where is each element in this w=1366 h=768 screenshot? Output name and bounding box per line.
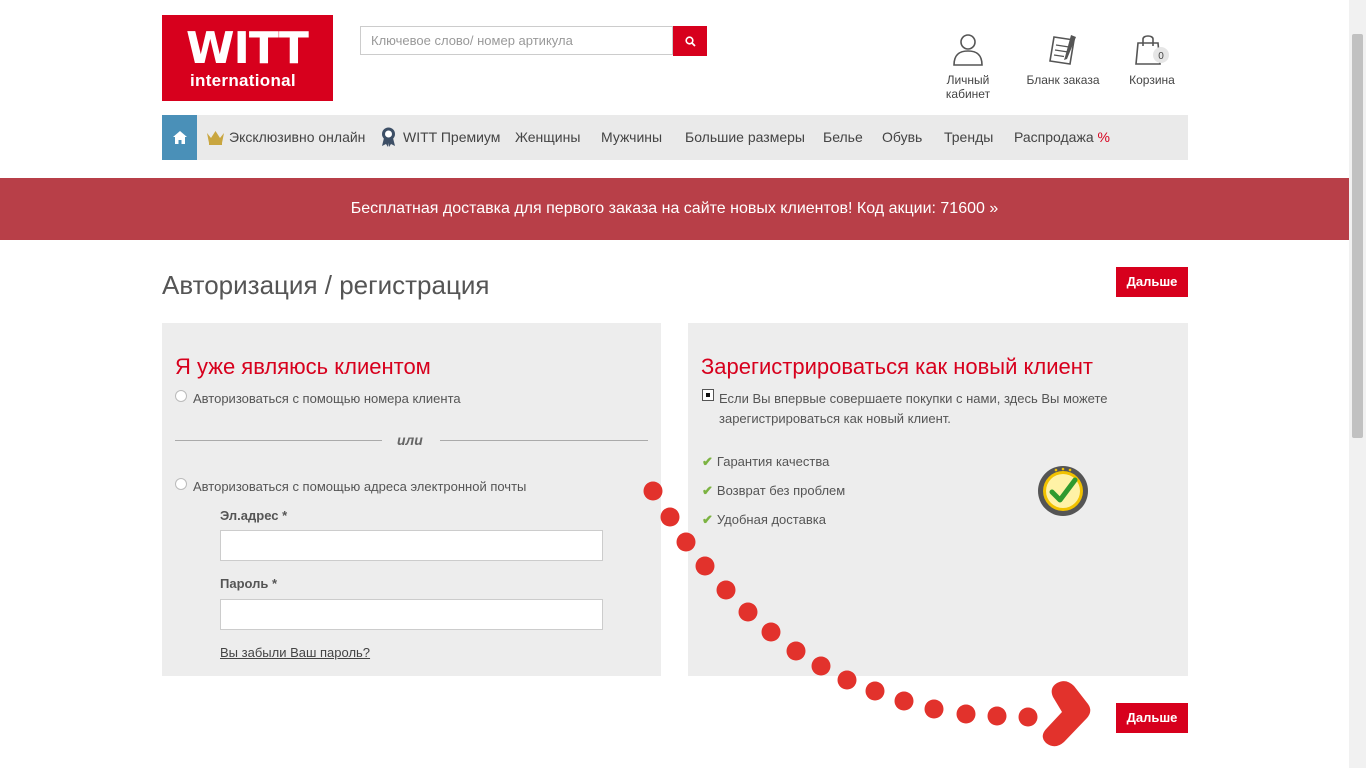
nav-item-plus-sizes[interactable]: Большие размеры	[685, 115, 805, 160]
nav-item-label: Распродажа	[1014, 129, 1094, 145]
logo-text-big: WITT	[186, 23, 309, 74]
radio-login-by-number[interactable]	[175, 390, 187, 402]
page-title: Авторизация / регистрация	[162, 270, 490, 300]
award-icon	[382, 127, 395, 147]
shopping-bag-icon: 0	[1135, 35, 1169, 65]
email-field[interactable]	[220, 530, 603, 561]
password-field[interactable]	[220, 599, 603, 630]
sale-percent: %	[1097, 129, 1110, 145]
search-input[interactable]: Ключевое слово/ номер артикула	[360, 26, 673, 55]
checkmark-icon: ✔	[702, 512, 713, 527]
nav-item-label: Эксклюзивно онлайн	[229, 129, 366, 145]
divider-left	[175, 440, 382, 441]
user-icon	[953, 34, 983, 66]
nav-item-trends[interactable]: Тренды	[944, 115, 993, 160]
quality-seal-icon	[1038, 466, 1088, 516]
search-icon	[684, 35, 696, 47]
cart-link[interactable]: 0 Корзина	[1107, 33, 1197, 87]
account-label: Личный кабинет	[945, 73, 991, 101]
order-form-icon	[1049, 35, 1076, 65]
home-button[interactable]	[162, 115, 197, 160]
new-client-panel: Зарегистрироваться как новый клиент Если…	[688, 323, 1188, 676]
promo-banner[interactable]: Бесплатная доставка для первого заказа н…	[0, 178, 1349, 240]
email-label: Эл.адрес *	[220, 508, 288, 523]
register-checkbox[interactable]	[702, 389, 714, 401]
checkmark-icon: ✔	[702, 454, 713, 469]
login-by-email-label[interactable]: Авторизоваться с помощью адреса электрон…	[193, 479, 526, 494]
or-separator: или	[397, 432, 423, 448]
witt-logo[interactable]: WITT international	[162, 15, 333, 101]
nav-item-women[interactable]: Женщины	[515, 115, 580, 160]
nav-item-label: WITT Премиум	[403, 129, 501, 145]
password-label: Пароль *	[220, 576, 278, 591]
benefit-label: Гарантия качества	[716, 454, 830, 469]
order-form-label: Бланк заказа	[1026, 73, 1100, 87]
new-client-description-line2: зарегистрироваться как новый клиент.	[719, 411, 951, 426]
crown-icon	[207, 131, 224, 145]
main-nav: Эксклюзивно онлайн WITT Премиум Женщины …	[162, 115, 1188, 160]
cart-label: Корзина	[1129, 73, 1175, 87]
existing-client-panel: Я уже являюсь клиентом Авторизоваться с …	[162, 323, 661, 676]
existing-client-heading: Я уже являюсь клиентом	[175, 354, 431, 379]
logo-text-small: international	[190, 71, 296, 90]
new-client-heading: Зарегистрироваться как новый клиент	[701, 354, 1093, 379]
radio-login-by-email[interactable]	[175, 478, 187, 490]
benefit-item: ✔ Возврат без проблем	[702, 483, 845, 499]
scrollbar-thumb[interactable]	[1352, 34, 1363, 438]
checkmark-icon: ✔	[702, 483, 713, 498]
login-by-number-label[interactable]: Авторизоваться с помощью номера клиента	[193, 391, 461, 406]
benefit-item: ✔ Гарантия качества	[702, 454, 829, 470]
nav-item-men[interactable]: Мужчины	[601, 115, 662, 160]
next-button-bottom[interactable]: Дальше	[1116, 703, 1188, 733]
forgot-password-link[interactable]: Вы забыли Ваш пароль?	[220, 645, 370, 660]
benefit-label: Возврат без проблем	[716, 483, 846, 498]
search-button[interactable]	[673, 26, 707, 56]
order-form-link[interactable]: Бланк заказа	[1018, 33, 1108, 87]
nav-item-witt-premium[interactable]: WITT Премиум	[380, 115, 500, 160]
cart-count: 0	[1158, 51, 1164, 62]
nav-item-exclusive-online[interactable]: Эксклюзивно онлайн	[206, 115, 365, 160]
home-icon	[172, 131, 187, 144]
divider-right	[440, 440, 648, 441]
nav-item-lingerie[interactable]: Белье	[823, 115, 863, 160]
account-link[interactable]: Личный кабинет	[923, 33, 1013, 101]
next-button-top[interactable]: Дальше	[1116, 267, 1188, 297]
nav-item-shoes[interactable]: Обувь	[882, 115, 922, 160]
benefit-label: Удобная доставка	[716, 512, 826, 527]
vertical-scrollbar[interactable]	[1349, 0, 1366, 768]
new-client-description-line1: Если Вы впервые совершаете покупки с нам…	[719, 391, 1108, 406]
benefit-item: ✔ Удобная доставка	[702, 512, 826, 528]
nav-item-sale[interactable]: Распродажа %	[1014, 115, 1110, 160]
